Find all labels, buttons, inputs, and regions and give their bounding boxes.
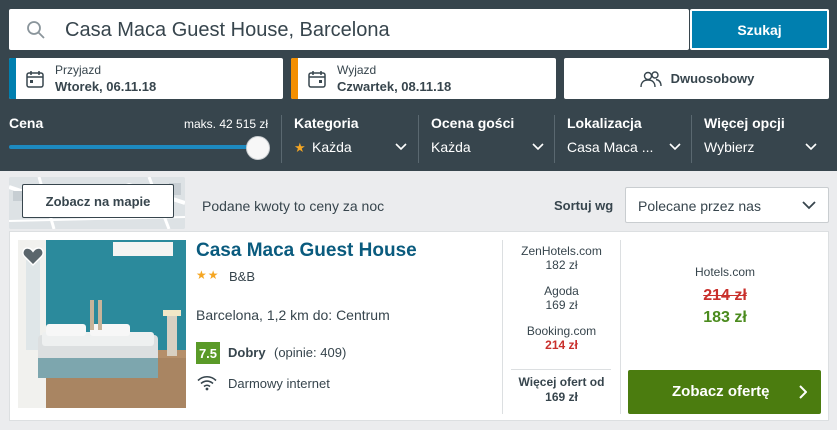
rating-filter-label: Ocena gości: [431, 115, 515, 131]
view-deal-label: Zobacz ofertę: [672, 383, 770, 400]
checkin-label: Przyjazd: [55, 63, 102, 77]
show-map-button[interactable]: Zobacz na mapie: [22, 184, 174, 218]
checkin-accent-bar: [9, 58, 16, 99]
hotel-name-link[interactable]: Casa Maca Guest House: [196, 240, 417, 262]
offers-divider: [511, 369, 611, 370]
filter-divider: [418, 115, 419, 163]
calendar-icon: [308, 71, 326, 88]
price-slider-track[interactable]: [9, 145, 259, 149]
chevron-down-icon[interactable]: [532, 143, 544, 151]
checkout-value: Czwartek, 08.11.18: [337, 79, 452, 94]
filter-divider: [554, 115, 555, 163]
search-icon: [27, 21, 45, 39]
more-filters-value[interactable]: Wybierz: [704, 139, 754, 155]
filter-bar: Cena maks. 42 515 zł Kategoria ★ Każda O…: [0, 105, 837, 171]
best-offer[interactable]: Hotels.com 214 zł 183 zł: [630, 265, 820, 327]
column-divider: [620, 240, 621, 414]
location-filter-label: Lokalizacja: [567, 115, 642, 131]
amenity-label: Darmowy internet: [228, 376, 330, 391]
chevron-down-icon: [802, 201, 816, 210]
more-offers-label: Więcej ofert od: [518, 375, 605, 389]
price-filter-label: Cena: [9, 115, 44, 131]
guests-icon: [639, 70, 662, 87]
sort-dropdown[interactable]: Polecane przez nas: [625, 187, 829, 223]
hotel-location[interactable]: Barcelona, 1,2 km do: Centrum: [196, 307, 390, 323]
filter-divider: [281, 115, 282, 163]
heart-icon[interactable]: [22, 246, 44, 266]
search-button[interactable]: Szukaj: [690, 9, 829, 50]
search-input[interactable]: Casa Maca Guest House, Barcelona: [9, 9, 689, 50]
price-note: Podane kwoty to ceny za noc: [202, 198, 385, 214]
location-filter-value[interactable]: Casa Maca ...: [567, 139, 653, 155]
chevron-right-icon: [799, 385, 807, 399]
chevron-down-icon[interactable]: [805, 143, 817, 151]
price-slider-handle[interactable]: [246, 136, 270, 160]
star-icon: ★: [294, 140, 306, 155]
more-offers-link[interactable]: Więcej ofert od 169 zł: [503, 375, 620, 405]
category-filter-value[interactable]: Każda: [312, 139, 352, 155]
hotel-stars: ★★: [196, 268, 220, 282]
offer-price: 182 zł: [545, 258, 578, 272]
offer-site: Booking.com: [526, 324, 597, 338]
search-header: Casa Maca Guest House, Barcelona Szukaj …: [0, 0, 837, 171]
search-query[interactable]: Casa Maca Guest House, Barcelona: [65, 19, 390, 42]
room-type-label: Dwuosobowy: [670, 71, 755, 86]
best-offer-site: Hotels.com: [694, 265, 756, 279]
filter-divider: [691, 115, 692, 163]
checkout-accent-bar: [291, 58, 298, 99]
chevron-down-icon[interactable]: [395, 143, 407, 151]
price-max-label: maks. 42 515 zł: [184, 117, 269, 131]
checkin-value: Wtorek, 06.11.18: [55, 79, 157, 94]
checkin-date-picker[interactable]: Przyjazd Wtorek, 06.11.18: [9, 58, 283, 99]
rating-badge: 7.5: [196, 342, 220, 364]
category-filter-label: Kategoria: [294, 115, 359, 131]
offer-item[interactable]: Agoda 169 zł: [503, 284, 620, 312]
room-type-selector[interactable]: Dwuosobowy: [564, 58, 829, 99]
offer-item[interactable]: ZenHotels.com 182 zł: [503, 244, 620, 272]
hotel-type: B&B: [229, 269, 256, 284]
offer-site: Agoda: [544, 284, 579, 298]
rating-word: Dobry: [228, 345, 266, 360]
more-offers-price: 169 zł: [545, 390, 578, 404]
offers-list: ZenHotels.com 182 zł Agoda 169 zł Bookin…: [503, 244, 620, 364]
sort-label: Sortuj wg: [554, 198, 614, 213]
wifi-icon: [197, 375, 217, 391]
checkout-date-picker[interactable]: Wyjazd Czwartek, 08.11.18: [291, 58, 556, 99]
view-deal-button[interactable]: Zobacz ofertę: [628, 370, 821, 414]
hotel-result-card: Casa Maca Guest House ★★ B&B Barcelona, …: [9, 231, 829, 421]
best-offer-price: 183 zł: [703, 309, 747, 326]
rating-filter-value[interactable]: Każda: [431, 139, 471, 155]
offer-item[interactable]: Booking.com 214 zł: [503, 324, 620, 352]
sort-value: Polecane przez nas: [638, 198, 761, 214]
rating-count[interactable]: (opinie: 409): [274, 345, 346, 360]
hotel-photo[interactable]: [18, 240, 186, 408]
best-offer-old-price: 214 zł: [703, 287, 747, 304]
checkout-label: Wyjazd: [337, 63, 377, 77]
calendar-icon: [26, 71, 44, 88]
offer-price: 169 zł: [545, 298, 578, 312]
offer-site: ZenHotels.com: [521, 244, 602, 258]
offer-price: 214 zł: [545, 338, 578, 352]
more-filters-label: Więcej opcji: [704, 115, 785, 131]
chevron-down-icon[interactable]: [669, 143, 681, 151]
